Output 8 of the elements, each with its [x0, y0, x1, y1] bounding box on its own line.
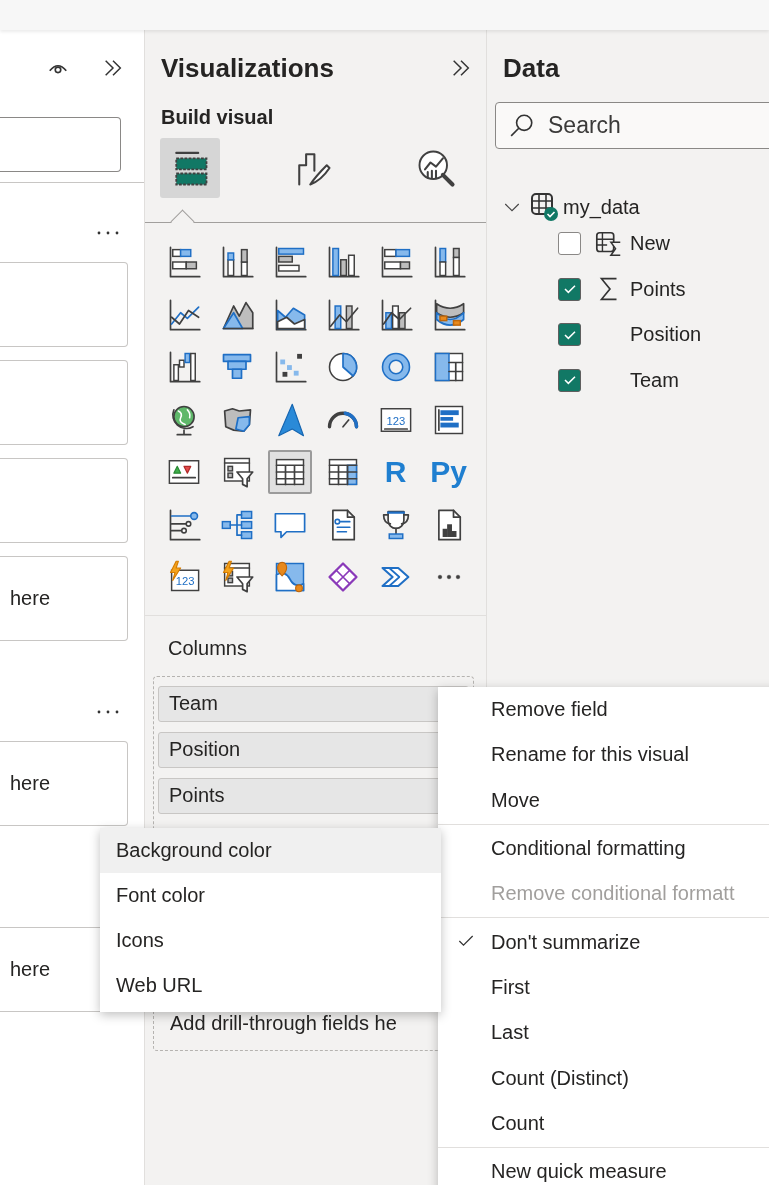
- drop-hint: Add drill-through fields he: [169, 1011, 397, 1035]
- pane-title: Data: [502, 52, 561, 84]
- well-hint: here: [9, 958, 51, 981]
- pane-title: Visualizations: [161, 52, 334, 84]
- well-hint: here: [9, 772, 51, 795]
- section-label: Columns: [167, 635, 247, 660]
- section-title: Build visual: [160, 105, 274, 130]
- well-hint: here: [9, 587, 51, 610]
